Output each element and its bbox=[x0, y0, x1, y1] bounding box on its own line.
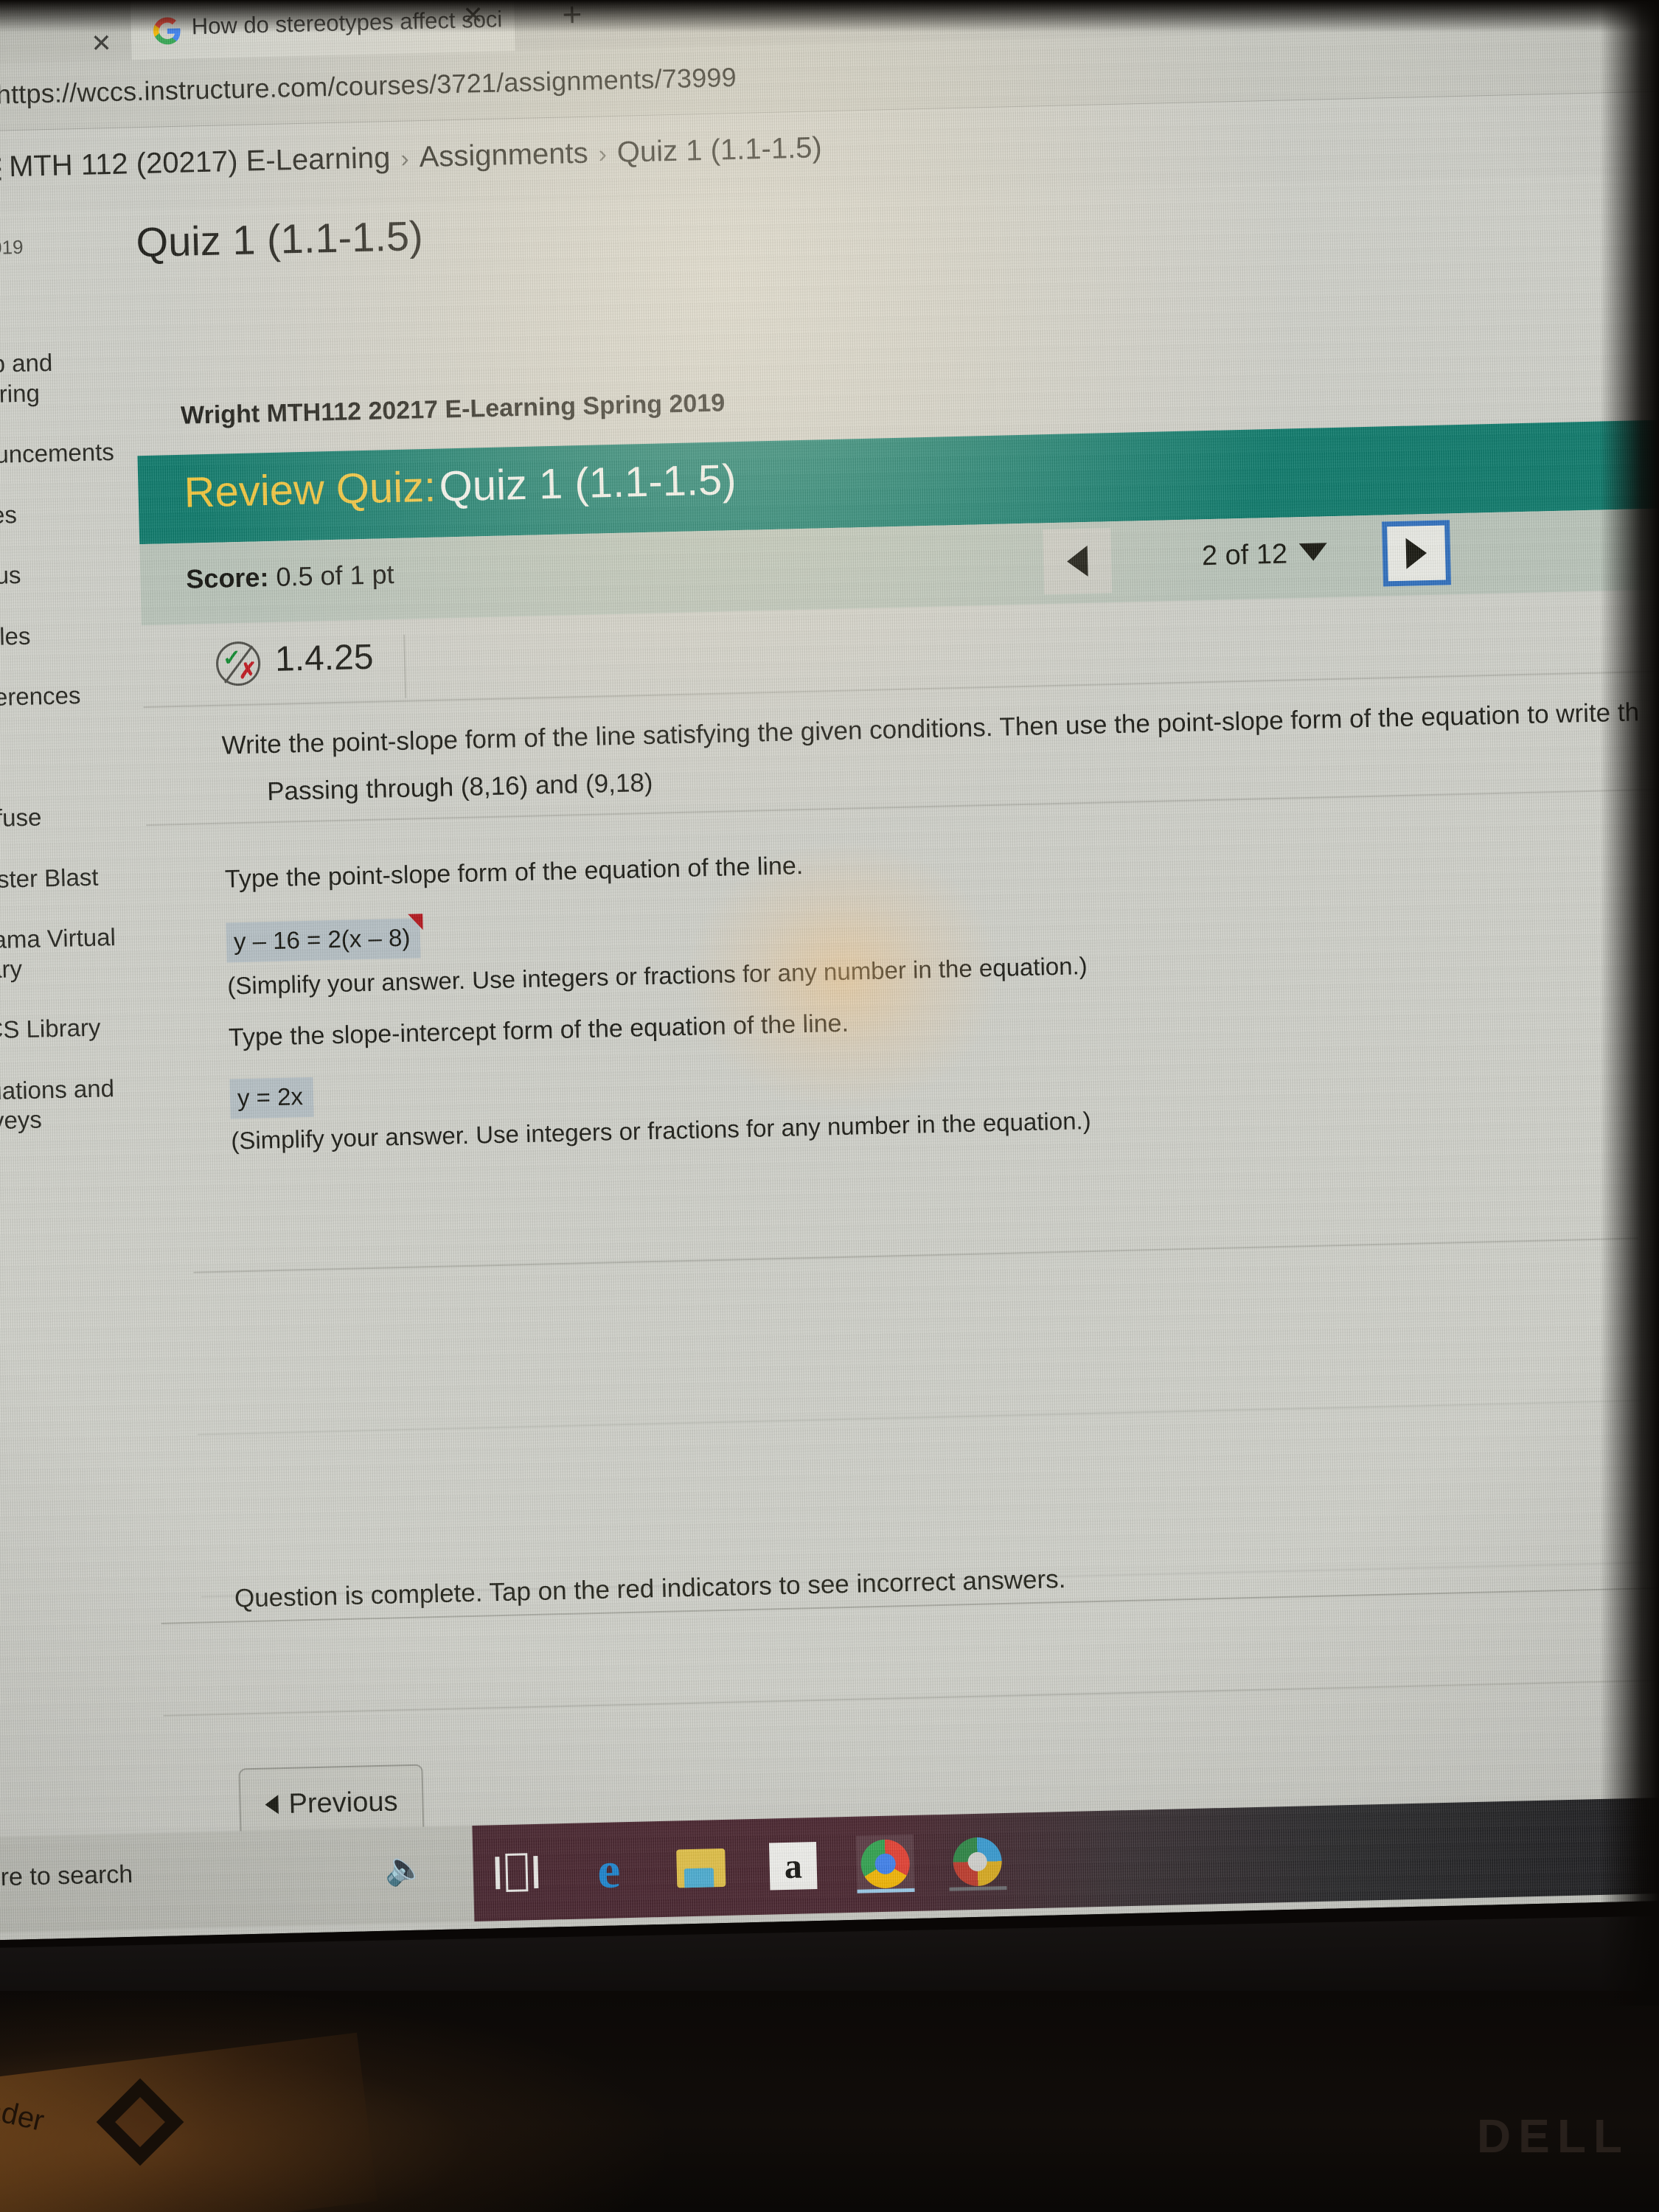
question-id: 1.4.25 bbox=[274, 637, 375, 679]
sidebar-item-announcements[interactable]: nnouncements bbox=[0, 437, 142, 471]
edge-icon[interactable]: e bbox=[580, 1841, 639, 1900]
amazon-glyph: a bbox=[768, 1842, 818, 1891]
triangle-right-icon bbox=[1405, 538, 1427, 569]
breadcrumb-separator-1: › bbox=[400, 145, 410, 173]
sidebar-item-alabama-virtual-library[interactable]: abama Virtual brary bbox=[0, 922, 154, 987]
breadcrumb: MTH 112 (20217) E-Learning › Assignments › Q… bbox=[9, 131, 823, 184]
edge-glyph: e bbox=[597, 1841, 622, 1899]
sidebar-item-brainfuse[interactable]: ainfuse bbox=[0, 800, 150, 835]
score-label: Score: bbox=[185, 562, 269, 594]
folder-icon[interactable] bbox=[672, 1839, 731, 1898]
sidebar-item-modules[interactable]: odules bbox=[0, 619, 147, 653]
task-view-icon[interactable] bbox=[487, 1843, 546, 1902]
microphone-icon[interactable]: 🔈 bbox=[384, 1849, 425, 1888]
part-1-answer-box[interactable]: y – 16 = 2(x – 8) bbox=[226, 914, 424, 963]
hamburger-menu-icon[interactable] bbox=[0, 158, 1, 187]
next-question-button[interactable] bbox=[1381, 520, 1452, 587]
question-id-row: ✓ ✗ 1.4.25 bbox=[215, 634, 407, 704]
question-status-note: Question is complete. Tap on the red ind… bbox=[234, 1564, 1066, 1613]
sidebar-item-conferences[interactable]: onferences bbox=[0, 679, 148, 714]
previous-question-button[interactable] bbox=[1043, 528, 1113, 595]
question-id-divider bbox=[403, 634, 407, 698]
sidebar-item-syllabus[interactable]: llabus bbox=[0, 557, 145, 592]
sidebar-item-register-blast[interactable]: egister Blast bbox=[0, 860, 152, 895]
triangle-left-icon bbox=[265, 1795, 279, 1815]
breadcrumb-separator-2: › bbox=[598, 140, 608, 169]
amazon-icon[interactable]: a bbox=[764, 1837, 823, 1896]
monitor-screen: ✕ How do stereotypes affect socia ✕ + ht… bbox=[0, 0, 1659, 1941]
nav-term-label: ing 2019 bbox=[0, 235, 24, 260]
sidebar-item-chat[interactable]: hat bbox=[0, 740, 149, 774]
incorrect-flag-icon[interactable] bbox=[408, 914, 424, 931]
question-condition: Passing through (8,16) and (9,18) bbox=[266, 768, 653, 807]
page-title: Quiz 1 (1.1-1.5) bbox=[135, 212, 424, 266]
part-1-answer: y – 16 = 2(x – 8) bbox=[233, 923, 411, 956]
sidebar-item-home[interactable]: ome bbox=[0, 285, 139, 320]
triangle-left-icon bbox=[1066, 545, 1088, 577]
top-edge-shadow bbox=[0, 0, 1659, 32]
previous-button-label: Previous bbox=[288, 1785, 398, 1820]
sidebar-item-grades[interactable]: rades bbox=[0, 497, 144, 532]
divider-4 bbox=[163, 1678, 1659, 1717]
mymathlab-player: Wright MTH112 20217 E-Learning Spring 20… bbox=[137, 366, 1659, 1847]
search-input[interactable]: ere to search bbox=[0, 1860, 133, 1893]
player-course-header: Wright MTH112 20217 E-Learning Spring 20… bbox=[180, 389, 726, 430]
part-1-label: Type the point-slope form of the equatio… bbox=[224, 852, 804, 894]
part-2-answer-box[interactable]: y = 2x bbox=[229, 1077, 314, 1119]
url-text: https://wccs.instructure.com/courses/372… bbox=[0, 61, 737, 110]
part-2-label: Type the slope-intercept form of the equ… bbox=[228, 1009, 849, 1052]
score-text: Score: 0.5 of 1 pt bbox=[186, 559, 394, 595]
photos-icon[interactable] bbox=[948, 1832, 1007, 1891]
taskbar-search-region[interactable]: ere to search 🔈 bbox=[0, 1826, 475, 1933]
photographed-monitor-scene: ✕ How do stereotypes affect socia ✕ + ht… bbox=[0, 0, 1659, 2212]
page-indicator-label: 2 of 12 bbox=[1201, 538, 1288, 572]
check-slash-x-icon[interactable]: ✓ ✗ bbox=[215, 641, 261, 686]
part-2-answer: y = 2x bbox=[237, 1082, 304, 1112]
sidebar-item-evaluations-surveys[interactable]: aluations and urveys bbox=[0, 1072, 158, 1137]
tab-close-icon-left[interactable]: ✕ bbox=[91, 29, 112, 59]
desk-paper-text: ɹǝpɐǝɹ bbox=[0, 2090, 46, 2141]
caret-down-icon bbox=[1298, 543, 1328, 562]
part-2-hint: (Simplify your answer. Use integers or f… bbox=[230, 1106, 1091, 1155]
breadcrumb-assignments[interactable]: Assignments bbox=[419, 137, 588, 173]
question-navigation: 2 of 12 bbox=[1043, 515, 1457, 602]
right-edge-shadow bbox=[1600, 0, 1659, 2006]
chrome-icon[interactable] bbox=[855, 1834, 915, 1893]
monitor-brand-logo: DELL bbox=[1476, 2110, 1630, 2163]
breadcrumb-page[interactable]: Quiz 1 (1.1-1.5) bbox=[616, 131, 822, 169]
sidebar-item-mylab[interactable]: yLab and astering bbox=[0, 346, 141, 411]
course-navigation: ing 2019 ome yLab and astering nnounceme… bbox=[0, 233, 159, 1168]
breadcrumb-course[interactable]: MTH 112 (20217) E-Learning bbox=[9, 142, 391, 183]
player-title-prefix: Review Quiz: bbox=[183, 462, 437, 517]
page-indicator[interactable]: 2 of 12 bbox=[1154, 537, 1376, 574]
player-title-main: Quiz 1 (1.1-1.5) bbox=[438, 456, 737, 511]
score-value: 0.5 of 1 pt bbox=[275, 559, 394, 592]
sidebar-item-wccs-library[interactable]: CCS Library bbox=[0, 1012, 156, 1046]
question-prompt: Write the point-slope form of the line s… bbox=[221, 698, 1640, 760]
